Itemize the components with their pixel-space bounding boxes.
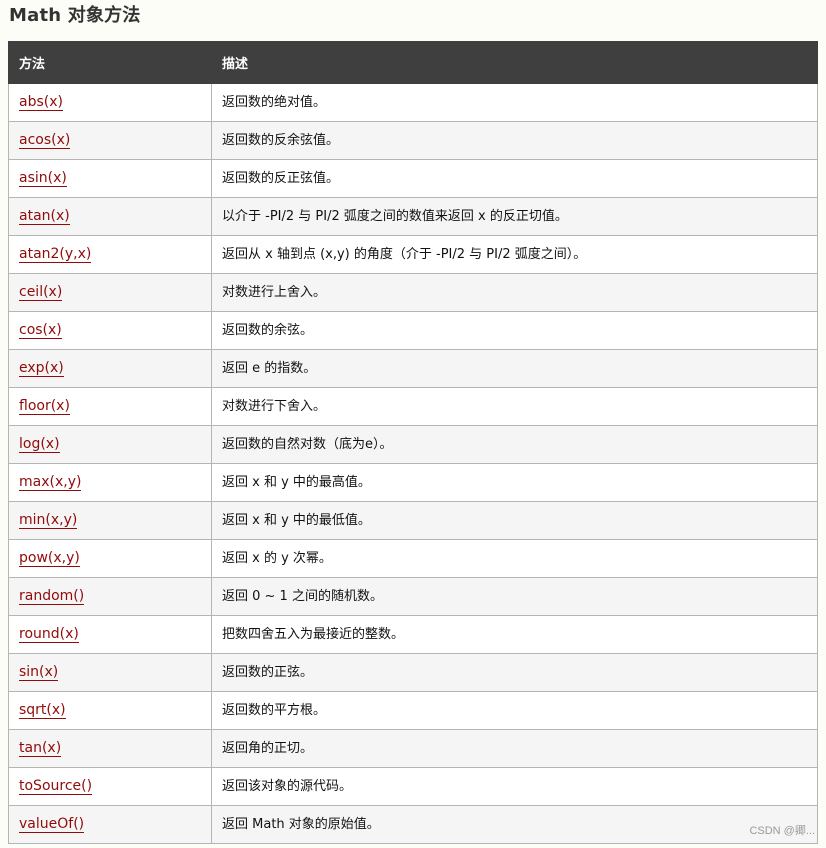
method-cell: random() <box>8 577 212 616</box>
method-link[interactable]: exp(x) <box>19 360 64 377</box>
method-link[interactable]: ceil(x) <box>19 284 63 301</box>
description-cell: 返回数的平方根。 <box>211 691 818 730</box>
method-cell: log(x) <box>8 425 212 464</box>
description-cell: 返回 x 的 y 次幂。 <box>211 539 818 578</box>
table-row: atan2(y,x) 返回从 x 轴到点 (x,y) 的角度（介于 -PI/2 与… <box>8 235 818 274</box>
method-cell: sqrt(x) <box>8 691 212 730</box>
method-link[interactable]: cos(x) <box>19 322 62 339</box>
table-row: floor(x) 对数进行下舍入。 <box>8 387 818 426</box>
description-cell: 返回该对象的源代码。 <box>211 767 818 806</box>
description-cell: 返回 Math 对象的原始值。 <box>211 805 818 844</box>
table-row: tan(x) 返回角的正切。 <box>8 729 818 768</box>
description-cell: 返回 0 ~ 1 之间的随机数。 <box>211 577 818 616</box>
method-link[interactable]: asin(x) <box>19 170 67 187</box>
table-row: asin(x) 返回数的反正弦值。 <box>8 159 818 198</box>
method-link[interactable]: atan2(y,x) <box>19 246 92 263</box>
description-cell: 返回从 x 轴到点 (x,y) 的角度（介于 -PI/2 与 PI/2 弧度之间… <box>211 235 818 274</box>
description-cell: 返回数的自然对数（底为e）。 <box>211 425 818 464</box>
page-title: Math 对象方法 <box>9 5 141 26</box>
table-row: acos(x) 返回数的反余弦值。 <box>8 121 818 160</box>
description-cell: 返回数的反余弦值。 <box>211 121 818 160</box>
method-cell: min(x,y) <box>8 501 212 540</box>
description-cell: 返回数的反正弦值。 <box>211 159 818 198</box>
method-cell: ceil(x) <box>8 273 212 312</box>
table-row: min(x,y) 返回 x 和 y 中的最低值。 <box>8 501 818 540</box>
method-link[interactable]: pow(x,y) <box>19 550 80 567</box>
description-cell: 返回 x 和 y 中的最低值。 <box>211 501 818 540</box>
csdn-watermark: CSDN @卿... <box>749 825 815 837</box>
method-link[interactable]: abs(x) <box>19 94 63 111</box>
table-row: max(x,y) 返回 x 和 y 中的最高值。 <box>8 463 818 502</box>
method-cell: acos(x) <box>8 121 212 160</box>
description-cell: 返回数的绝对值。 <box>211 83 818 122</box>
description-cell: 返回 e 的指数。 <box>211 349 818 388</box>
table-row: log(x) 返回数的自然对数（底为e）。 <box>8 425 818 464</box>
method-link[interactable]: toSource() <box>19 778 93 795</box>
description-cell: 返回数的正弦。 <box>211 653 818 692</box>
method-cell: toSource() <box>8 767 212 806</box>
method-cell: round(x) <box>8 615 212 654</box>
method-cell: exp(x) <box>8 349 212 388</box>
table-row: valueOf() 返回 Math 对象的原始值。 <box>8 805 818 844</box>
method-link[interactable]: round(x) <box>19 626 79 643</box>
table-row: sqrt(x) 返回数的平方根。 <box>8 691 818 730</box>
table-body: abs(x) 返回数的绝对值。 acos(x) 返回数的反余弦值。 asin(x) 返回数… <box>8 83 818 844</box>
method-cell: atan2(y,x) <box>8 235 212 274</box>
description-cell: 返回 x 和 y 中的最高值。 <box>211 463 818 502</box>
method-link[interactable]: floor(x) <box>19 398 70 415</box>
table-row: atan(x) 以介于 -PI/2 与 PI/2 弧度之间的数值来返回 x 的反正… <box>8 197 818 236</box>
method-link[interactable]: acos(x) <box>19 132 71 149</box>
table-row: ceil(x) 对数进行上舍入。 <box>8 273 818 312</box>
method-cell: pow(x,y) <box>8 539 212 578</box>
table-row: cos(x) 返回数的余弦。 <box>8 311 818 350</box>
description-cell: 返回角的正切。 <box>211 729 818 768</box>
method-link[interactable]: valueOf() <box>19 816 85 833</box>
method-link[interactable]: log(x) <box>19 436 60 453</box>
table-row: toSource() 返回该对象的源代码。 <box>8 767 818 806</box>
method-cell: valueOf() <box>8 805 212 844</box>
table-row: pow(x,y) 返回 x 的 y 次幂。 <box>8 539 818 578</box>
math-methods-table: 方法 描述 abs(x) 返回数的绝对值。 acos(x) 返回数的反余弦值。 asin… <box>8 41 818 844</box>
column-header-method: 方法 <box>8 41 212 84</box>
method-cell: atan(x) <box>8 197 212 236</box>
method-link[interactable]: sin(x) <box>19 664 59 681</box>
column-header-description: 描述 <box>211 41 818 84</box>
method-cell: max(x,y) <box>8 463 212 502</box>
method-cell: asin(x) <box>8 159 212 198</box>
method-link[interactable]: max(x,y) <box>19 474 82 491</box>
method-link[interactable]: sqrt(x) <box>19 702 66 719</box>
table-row: sin(x) 返回数的正弦。 <box>8 653 818 692</box>
table-header-row: 方法 描述 <box>8 41 818 84</box>
method-cell: tan(x) <box>8 729 212 768</box>
description-cell: 以介于 -PI/2 与 PI/2 弧度之间的数值来返回 x 的反正切值。 <box>211 197 818 236</box>
page: Math 对象方法 方法 描述 abs(x) 返回数的绝对值。 acos(x) 返回数… <box>0 0 826 848</box>
method-cell: cos(x) <box>8 311 212 350</box>
method-link[interactable]: random() <box>19 588 85 605</box>
method-link[interactable]: atan(x) <box>19 208 70 225</box>
table-row: random() 返回 0 ~ 1 之间的随机数。 <box>8 577 818 616</box>
description-cell: 返回数的余弦。 <box>211 311 818 350</box>
description-cell: 对数进行下舍入。 <box>211 387 818 426</box>
method-cell: floor(x) <box>8 387 212 426</box>
method-cell: abs(x) <box>8 83 212 122</box>
description-cell: 对数进行上舍入。 <box>211 273 818 312</box>
table-row: abs(x) 返回数的绝对值。 <box>8 83 818 122</box>
table-row: round(x) 把数四舍五入为最接近的整数。 <box>8 615 818 654</box>
table-row: exp(x) 返回 e 的指数。 <box>8 349 818 388</box>
method-cell: sin(x) <box>8 653 212 692</box>
method-link[interactable]: tan(x) <box>19 740 62 757</box>
description-cell: 把数四舍五入为最接近的整数。 <box>211 615 818 654</box>
method-link[interactable]: min(x,y) <box>19 512 78 529</box>
